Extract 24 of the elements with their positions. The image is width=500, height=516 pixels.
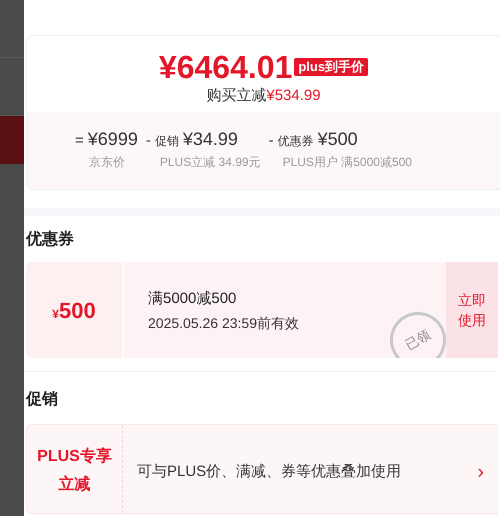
breakdown-label: 优惠券 — [278, 133, 314, 150]
price-badge: plus到手价 — [294, 58, 368, 76]
operator-sign: = — [75, 131, 84, 151]
breakdown-caption: PLUS立减 34.99元 — [158, 154, 261, 171]
section-title: 促销 — [26, 390, 59, 410]
promo-row[interactable]: PLUS专享立减 可与PLUS价、满减、券等优惠叠加使用 › — [26, 424, 498, 514]
final-price: ¥6464.01 — [158, 48, 292, 86]
section-title: 优惠券 — [26, 230, 75, 250]
breakdown-caption: PLUS用户 满5000减500 — [282, 154, 412, 171]
breakdown-amount: ¥6999 — [88, 128, 138, 151]
coupon-validity: 2025.05.26 23:59前有效 — [148, 314, 300, 332]
promo-tag: PLUS专享立减 — [36, 443, 114, 499]
promo-description: 可与PLUS价、满减、券等优惠叠加使用 — [136, 462, 402, 482]
operator-sign: - — [268, 131, 274, 151]
breakdown-caption: 京东价 — [88, 154, 126, 171]
saving-amount: ¥534.99 — [266, 86, 321, 106]
chevron-icon: › — [477, 425, 498, 513]
coupon-condition: 满5000减500 — [148, 289, 238, 309]
saving-label: 购买立减 — [206, 86, 266, 106]
breakdown-label: 促销 — [154, 133, 179, 150]
coupon-amount: ¥500 — [26, 262, 122, 358]
breakdown-amount: ¥500 — [318, 128, 358, 151]
breakdown-amount: ¥34.99 — [182, 128, 238, 151]
operator-sign: - — [146, 131, 151, 151]
